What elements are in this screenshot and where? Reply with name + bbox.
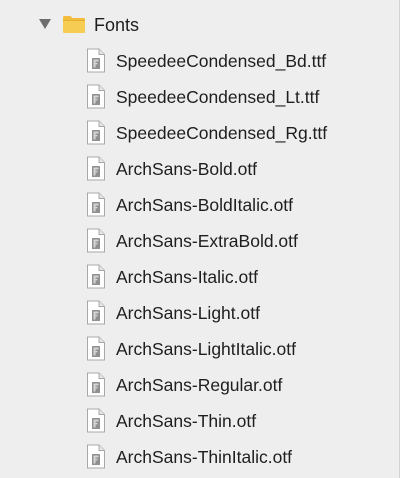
font-file-icon: [87, 372, 105, 397]
font-file-icon: [87, 84, 105, 109]
file-row[interactable]: ArchSans-Light.otf: [0, 295, 399, 331]
folder-label: Fonts: [94, 15, 140, 35]
file-row[interactable]: ArchSans-BoldItalic.otf: [0, 187, 399, 223]
file-name: ArchSans-Regular.otf: [116, 375, 283, 395]
font-file-icon: [87, 336, 105, 361]
file-name: ArchSans-Light.otf: [116, 303, 260, 323]
file-name: ArchSans-Bold.otf: [116, 159, 258, 179]
disclosure-triangle-icon[interactable]: [39, 19, 51, 29]
font-file-icon: [87, 192, 105, 217]
file-row[interactable]: SpeedeeCondensed_Lt.ttf: [0, 79, 399, 115]
file-list: SpeedeeCondensed_Bd.ttf SpeedeeCondensed…: [0, 43, 399, 475]
file-row[interactable]: ArchSans-Regular.otf: [0, 367, 399, 403]
font-file-icon: [87, 48, 105, 73]
file-row[interactable]: ArchSans-Thin.otf: [0, 403, 399, 439]
folder-row-fonts[interactable]: Fonts: [0, 7, 399, 43]
font-file-icon: [87, 156, 105, 181]
project-navigator: Fonts SpeedeeCondensed_Bd.ttf SpeedeeCon…: [0, 0, 400, 478]
file-name: SpeedeeCondensed_Rg.ttf: [116, 123, 328, 143]
file-name: ArchSans-BoldItalic.otf: [116, 195, 294, 215]
file-row[interactable]: ArchSans-Bold.otf: [0, 151, 399, 187]
font-file-icon: [87, 264, 105, 289]
file-row[interactable]: SpeedeeCondensed_Rg.ttf: [0, 115, 399, 151]
font-file-icon: [87, 300, 105, 325]
file-name: SpeedeeCondensed_Lt.ttf: [116, 87, 320, 107]
file-name: SpeedeeCondensed_Bd.ttf: [116, 51, 327, 71]
file-name: ArchSans-Thin.otf: [116, 411, 257, 431]
folder-icon: [63, 16, 85, 33]
font-file-icon: [87, 444, 105, 469]
file-row[interactable]: ArchSans-LightItalic.otf: [0, 331, 399, 367]
file-row[interactable]: SpeedeeCondensed_Bd.ttf: [0, 43, 399, 79]
font-file-icon: [87, 228, 105, 253]
file-name: ArchSans-ThinItalic.otf: [116, 447, 293, 467]
file-row[interactable]: ArchSans-ExtraBold.otf: [0, 223, 399, 259]
file-name: ArchSans-LightItalic.otf: [116, 339, 296, 359]
file-row[interactable]: ArchSans-Italic.otf: [0, 259, 399, 295]
font-file-icon: [87, 120, 105, 145]
file-name: ArchSans-ExtraBold.otf: [116, 231, 298, 251]
file-name: ArchSans-Italic.otf: [116, 267, 258, 287]
font-file-icon: [87, 408, 105, 433]
file-row[interactable]: ArchSans-ThinItalic.otf: [0, 439, 399, 475]
